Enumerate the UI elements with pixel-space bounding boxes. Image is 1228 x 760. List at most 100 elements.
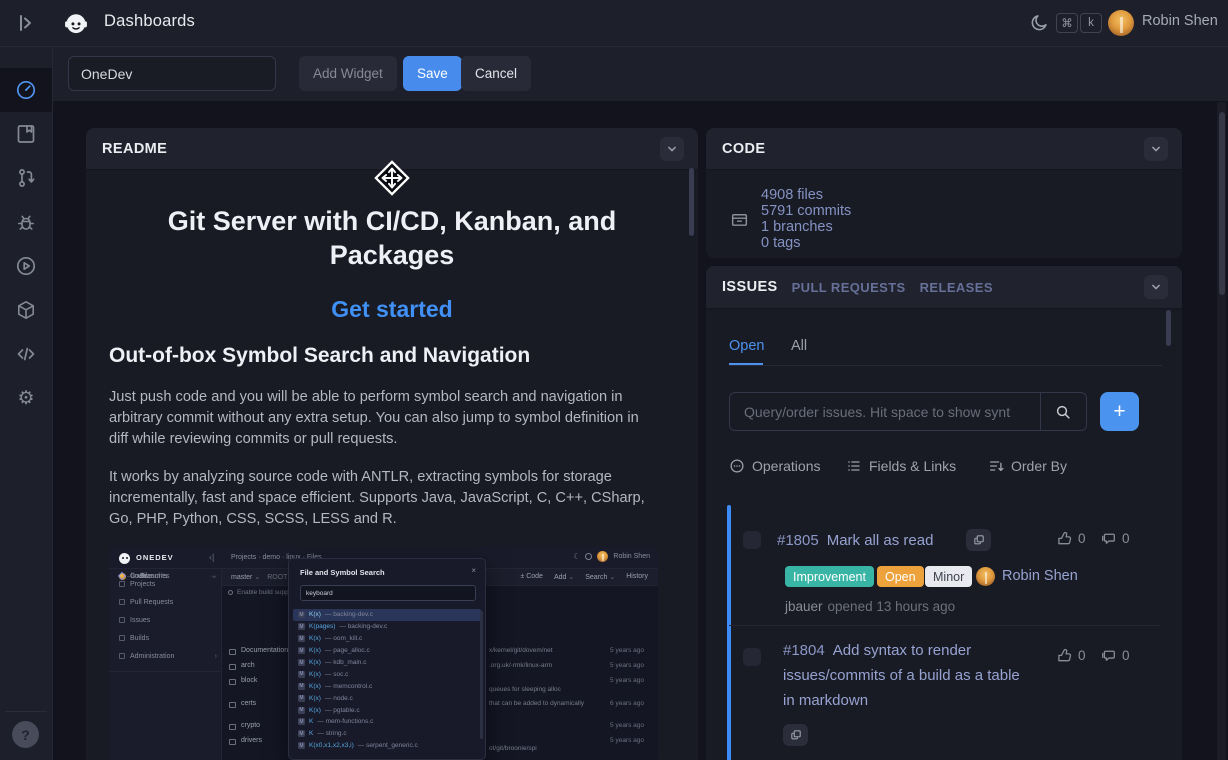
comments-button[interactable]: 0 bbox=[1100, 647, 1130, 664]
issues-collapse-button[interactable] bbox=[1144, 275, 1168, 299]
comments-button[interactable]: 0 bbox=[1100, 530, 1130, 547]
readme-paragraph-1: Just push code and you will be able to p… bbox=[109, 387, 654, 450]
label-badge[interactable]: Improvement bbox=[785, 566, 874, 587]
assignee-avatar[interactable] bbox=[976, 567, 995, 586]
tab-open[interactable]: Open bbox=[729, 338, 764, 354]
page-title: Dashboards bbox=[104, 12, 195, 31]
copy-issue-button[interactable] bbox=[783, 724, 808, 746]
fields-links-menu[interactable]: Fields & Links bbox=[846, 458, 956, 474]
cancel-button[interactable]: Cancel bbox=[461, 56, 531, 91]
mini-sidebar: Projects Pull Requests Issues Builds Adm… bbox=[109, 569, 222, 760]
mini-result-row: M K(pages) backing-dev.c bbox=[293, 621, 481, 633]
order-by-menu[interactable]: Order By bbox=[988, 458, 1067, 474]
mini-user-avatar bbox=[597, 551, 608, 562]
packages-box-icon bbox=[15, 299, 37, 321]
archive-icon bbox=[730, 210, 749, 229]
mini-build-hint: Enable build suppo bbox=[228, 586, 292, 599]
sidebar-item-dashboards[interactable] bbox=[0, 68, 52, 112]
issues-widget-header: ISSUES PULL REQUESTS RELEASES bbox=[706, 266, 1182, 309]
search-icon bbox=[1054, 403, 1072, 421]
sidebar-expand-icon[interactable] bbox=[14, 11, 38, 35]
tab-all[interactable]: All bbox=[791, 338, 807, 354]
copy-icon bbox=[789, 728, 803, 742]
sidebar-item-packages[interactable] bbox=[0, 288, 52, 332]
code-stat-link[interactable]: 5791commits bbox=[761, 203, 851, 219]
issues-scrollbar-thumb[interactable] bbox=[1166, 310, 1171, 346]
thumbs-up-icon bbox=[1056, 530, 1073, 547]
mini-result-row: M K string.c bbox=[293, 728, 481, 740]
label-badge[interactable]: Minor bbox=[925, 566, 972, 587]
code-stat-link[interactable]: 1branches bbox=[761, 219, 851, 235]
circle-ellipsis-icon bbox=[729, 458, 745, 474]
top-bar: Dashboards ⌘ k Robin Shen bbox=[0, 0, 1228, 47]
readme-scrollbar-thumb[interactable] bbox=[689, 168, 694, 236]
tab-issues[interactable]: ISSUES bbox=[722, 279, 778, 295]
dashboard-gauge-icon bbox=[15, 79, 37, 101]
add-widget-button[interactable]: Add Widget bbox=[299, 56, 397, 91]
issue-checkbox[interactable] bbox=[743, 531, 761, 549]
left-sidebar: ⚙ bbox=[0, 47, 53, 760]
tab-pull-requests[interactable]: PULL REQUESTS bbox=[792, 280, 906, 295]
issue-link[interactable]: #1804Add syntax to render issues/commits… bbox=[783, 638, 1023, 713]
mini-result-list: M K(x) backing-dev.c M K(pages) backing-… bbox=[293, 609, 481, 752]
tabs-divider bbox=[729, 365, 1162, 366]
add-issue-button[interactable]: + bbox=[1100, 392, 1139, 431]
code-stat-link[interactable]: 4908files bbox=[761, 187, 851, 203]
help-icon[interactable] bbox=[12, 721, 39, 748]
assignee-name[interactable]: Robin Shen bbox=[1002, 568, 1078, 584]
tab-releases[interactable]: RELEASES bbox=[920, 280, 993, 295]
readme-subheading: Out-of-box Symbol Search and Navigation bbox=[109, 344, 530, 368]
administration-gear-icon: ⚙ bbox=[17, 389, 34, 408]
list-icon bbox=[846, 458, 862, 474]
mini-close-icon: × bbox=[471, 566, 476, 575]
readme-heading: Git Server with CI/CD, Kanban, and Packa… bbox=[126, 204, 658, 272]
issue-query-input[interactable] bbox=[729, 392, 1041, 431]
search-button[interactable] bbox=[1040, 392, 1087, 431]
label-badge[interactable]: Open bbox=[877, 566, 924, 587]
sort-down-icon bbox=[988, 458, 1004, 474]
code-stat-link[interactable]: 0tags bbox=[761, 235, 851, 251]
sidebar-item-administration[interactable]: ⚙ bbox=[0, 376, 52, 420]
mini-search-input bbox=[300, 585, 476, 601]
mini-result-row: M K mem-functions.c bbox=[293, 716, 481, 728]
user-avatar[interactable] bbox=[1108, 10, 1134, 36]
sidebar-item-code[interactable] bbox=[0, 332, 52, 376]
sidebar-item-issues[interactable] bbox=[0, 200, 52, 244]
page-scrollbar-thumb[interactable] bbox=[1219, 112, 1225, 295]
copy-issue-button[interactable] bbox=[966, 529, 991, 551]
issues-bug-icon bbox=[15, 211, 37, 233]
chevron-down-icon bbox=[1149, 280, 1163, 294]
sidebar-item-builds[interactable] bbox=[0, 244, 52, 288]
mini-github-icon bbox=[585, 553, 592, 560]
sidebar-item-pull-requests[interactable] bbox=[0, 156, 52, 200]
mini-onedev-logo-icon bbox=[119, 553, 130, 564]
issue-checkbox[interactable] bbox=[743, 648, 761, 666]
onedev-logo-icon[interactable] bbox=[62, 9, 90, 37]
readme-collapse-button[interactable] bbox=[660, 137, 684, 161]
dashboard-name-input[interactable] bbox=[68, 56, 276, 91]
vote-button[interactable]: 0 bbox=[1056, 647, 1086, 664]
onedev-dashboard-app: Dashboards ⌘ k Robin Shen Add Widget Sav… bbox=[0, 0, 1228, 760]
save-button[interactable]: Save bbox=[403, 56, 462, 91]
sidebar-item-projects[interactable] bbox=[0, 112, 52, 156]
copy-icon bbox=[972, 533, 986, 547]
vote-button[interactable]: 0 bbox=[1056, 530, 1086, 547]
moon-icon[interactable] bbox=[1029, 13, 1049, 33]
mini-result-row: M K(x0,x1,x2,x3,i) serpent_generic.c bbox=[293, 740, 481, 752]
chevron-down-icon bbox=[665, 142, 679, 156]
code-widget: CODE 4908files5791commits1branches0tags bbox=[706, 128, 1182, 258]
issues-widget: ISSUES PULL REQUESTS RELEASES Open All +… bbox=[706, 266, 1182, 760]
user-name[interactable]: Robin Shen bbox=[1142, 13, 1218, 29]
mini-result-row: M K(x) soc.c bbox=[293, 668, 481, 680]
thumbs-up-icon bbox=[1056, 647, 1073, 664]
widget-drag-handle-icon[interactable] bbox=[373, 159, 411, 197]
issue-link[interactable]: #1805Mark all as read bbox=[777, 528, 933, 553]
code-icon bbox=[15, 343, 37, 365]
active-tab-underline bbox=[729, 363, 763, 365]
code-widget-title: CODE bbox=[722, 141, 766, 157]
mini-result-row: M K(x) backing-dev.c bbox=[293, 609, 481, 621]
code-collapse-button[interactable] bbox=[1144, 137, 1168, 161]
chevron-down-icon bbox=[1149, 142, 1163, 156]
operations-menu[interactable]: Operations bbox=[729, 458, 820, 474]
get-started-link[interactable]: Get started bbox=[86, 296, 698, 323]
